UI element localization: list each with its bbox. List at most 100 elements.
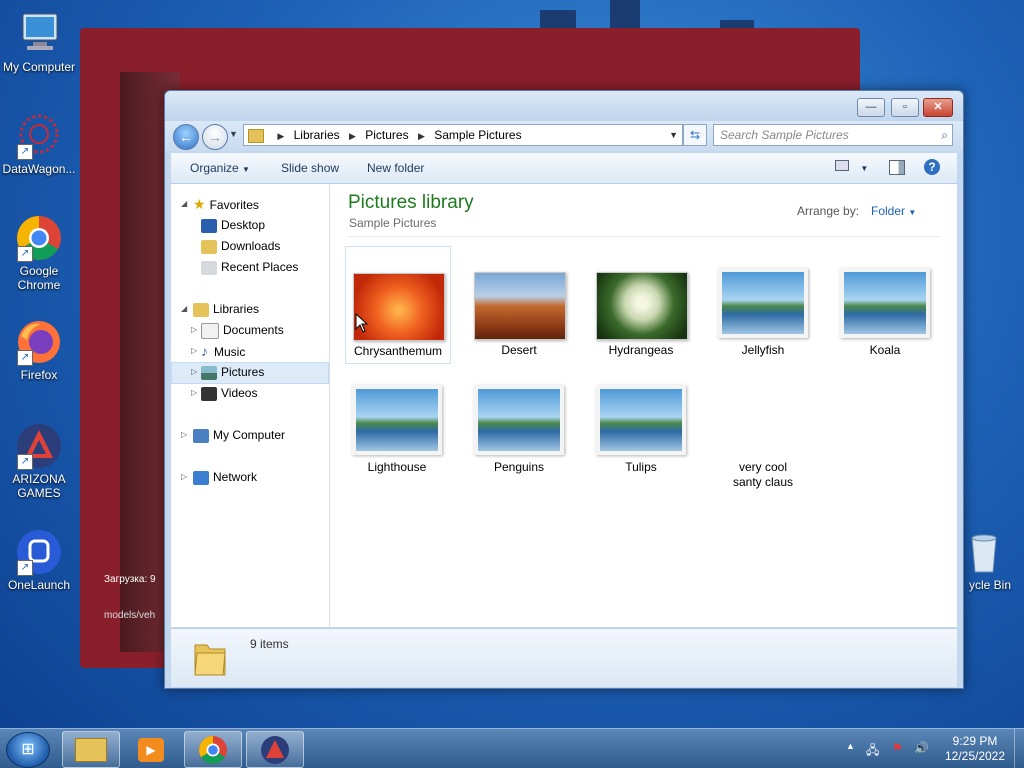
nav-recent-places[interactable]: Recent Places bbox=[201, 257, 298, 277]
expand-triangle-icon[interactable]: ◢ bbox=[181, 299, 187, 319]
taskbar-chrome-button[interactable] bbox=[184, 731, 242, 768]
computer-icon bbox=[15, 10, 63, 58]
desktop-icon-my-computer[interactable]: My Computer bbox=[0, 10, 78, 74]
breadcrumb-sample-pictures[interactable]: Sample Pictures bbox=[434, 128, 521, 142]
videos-icon bbox=[201, 386, 217, 401]
address-dropdown-icon[interactable]: ▼ bbox=[669, 125, 678, 145]
file-tile-hydrangeas[interactable]: Hydrangeas bbox=[589, 246, 693, 362]
back-arrow-icon: ← bbox=[179, 129, 193, 145]
file-tile-tulips[interactable]: Tulips bbox=[589, 363, 693, 479]
file-name: Hydrangeas bbox=[608, 343, 674, 357]
file-tile-desert[interactable]: Desert bbox=[467, 246, 571, 362]
collapse-triangle-icon[interactable]: ▷ bbox=[191, 383, 197, 403]
minimize-button[interactable]: — bbox=[857, 98, 885, 117]
search-input[interactable]: Search Sample Pictures ⌕ bbox=[713, 124, 953, 146]
network-tray-icon[interactable]: 🖧 bbox=[866, 741, 879, 762]
nav-my-computer[interactable]: My Computer bbox=[193, 425, 285, 445]
action-center-icon[interactable]: ⚑ bbox=[892, 741, 903, 755]
chevron-down-icon: ▼ bbox=[908, 208, 917, 217]
maximize-button[interactable]: ▫ bbox=[891, 98, 919, 117]
file-tile-chrysanthemum[interactable]: Chrysanthemum bbox=[345, 246, 451, 364]
nav-libraries[interactable]: Libraries bbox=[193, 299, 259, 319]
recycle-bin-icon bbox=[960, 528, 1008, 576]
libraries-icon bbox=[193, 302, 209, 317]
help-icon[interactable]: ? bbox=[924, 159, 940, 175]
explorer-window[interactable]: — ▫ ✕ ← → ▼ ▶ Libraries ▶ Pictures ▶ Sam… bbox=[164, 90, 964, 689]
desktop-icon-arizona-games[interactable]: ↗ ARIZONA GAMES bbox=[0, 422, 78, 500]
arrange-by-dropdown[interactable]: Folder ▼ bbox=[871, 204, 916, 218]
firefox-icon: ↗ bbox=[15, 318, 63, 366]
search-icon[interactable]: ⌕ bbox=[941, 125, 948, 145]
file-tile-jellyfish[interactable]: Jellyfish bbox=[711, 246, 815, 362]
breadcrumb-separator-icon: ▶ bbox=[277, 131, 285, 141]
desktop-icon-firefox[interactable]: ↗ Firefox bbox=[0, 318, 78, 382]
landscape-placeholder-thumbnail bbox=[352, 385, 442, 455]
collapse-triangle-icon[interactable]: ▷ bbox=[191, 362, 197, 382]
taskbar-clock[interactable]: 9:29 PM 12/25/2022 bbox=[940, 734, 1010, 764]
start-button[interactable]: ⊞ bbox=[6, 732, 50, 768]
file-tile-koala[interactable]: Koala bbox=[833, 246, 937, 362]
collapse-triangle-icon[interactable]: ▷ bbox=[191, 320, 197, 340]
nav-downloads[interactable]: Downloads bbox=[201, 236, 280, 256]
taskbar-media-player-button[interactable]: ▶ bbox=[122, 731, 180, 768]
breadcrumb-libraries[interactable]: Libraries bbox=[294, 128, 340, 142]
desktop-icon-datawagon[interactable]: ↗ DataWagon... bbox=[0, 112, 78, 176]
file-name: Penguins bbox=[493, 460, 545, 474]
taskbar-arizona-games-button[interactable] bbox=[246, 731, 304, 768]
content-pane: Pictures library Sample Pictures Arrange… bbox=[330, 184, 957, 627]
nav-desktop[interactable]: Desktop bbox=[201, 215, 265, 235]
desktop-icon-onelaunch[interactable]: ↗ OneLaunch bbox=[0, 528, 78, 592]
item-count: 9 items bbox=[250, 637, 289, 651]
file-name: Jellyfish bbox=[741, 343, 785, 357]
nav-network[interactable]: Network bbox=[193, 467, 257, 487]
title-bar[interactable]: — ▫ ✕ bbox=[165, 91, 963, 121]
onelaunch-icon: ↗ bbox=[15, 528, 63, 576]
forward-button[interactable]: → bbox=[202, 124, 228, 150]
nav-documents[interactable]: Documents bbox=[201, 320, 284, 340]
file-tile-lighthouse[interactable]: Lighthouse bbox=[345, 363, 449, 479]
landscape-placeholder-thumbnail bbox=[718, 268, 808, 338]
recent-pages-dropdown[interactable]: ▼ bbox=[229, 129, 238, 139]
desktop-icon-label: ARIZONA GAMES bbox=[12, 472, 66, 500]
command-bar: Organize ▼ Slide show New folder ▼ ? bbox=[171, 153, 957, 184]
collapse-triangle-icon[interactable]: ▷ bbox=[181, 425, 187, 445]
desktop-icon-chrome[interactable]: ↗ Google Chrome bbox=[0, 214, 78, 292]
taskbar-explorer-button[interactable] bbox=[62, 731, 120, 768]
back-button[interactable]: ← bbox=[173, 124, 199, 150]
desert-thumbnail bbox=[474, 272, 566, 340]
collapse-triangle-icon[interactable]: ▷ bbox=[191, 341, 197, 361]
view-icon bbox=[835, 160, 849, 171]
organize-button[interactable]: Organize ▼ bbox=[190, 161, 250, 175]
nav-music[interactable]: ♪ Music bbox=[201, 341, 245, 361]
collapse-triangle-icon[interactable]: ▷ bbox=[181, 467, 187, 487]
refresh-button[interactable]: ⇆ bbox=[683, 124, 707, 146]
arizona-games-icon: ↗ bbox=[15, 422, 63, 470]
preview-pane-button[interactable] bbox=[889, 160, 905, 175]
file-name: Tulips bbox=[625, 460, 657, 474]
desktop: Загрузка: 9 models/veh My Computer ↗ Dat… bbox=[0, 0, 1024, 768]
file-tile-penguins[interactable]: Penguins bbox=[467, 363, 571, 479]
show-hidden-icons-button[interactable]: ▲ bbox=[846, 741, 855, 751]
shortcut-arrow-icon: ↗ bbox=[17, 454, 33, 470]
library-subtitle: Sample Pictures bbox=[349, 216, 437, 230]
star-icon: ★ bbox=[193, 196, 206, 212]
nav-videos[interactable]: Videos bbox=[201, 383, 257, 403]
network-icon bbox=[193, 470, 209, 485]
file-tile-santy-claus[interactable]: very cool santy claus bbox=[711, 363, 815, 489]
show-desktop-button[interactable] bbox=[1014, 729, 1024, 768]
breadcrumb-pictures[interactable]: Pictures bbox=[365, 128, 408, 142]
volume-icon[interactable]: 🔊 bbox=[914, 741, 929, 755]
address-bar[interactable]: ▶ Libraries ▶ Pictures ▶ Sample Pictures… bbox=[243, 124, 683, 146]
folder-icon bbox=[248, 128, 264, 143]
expand-triangle-icon[interactable]: ◢ bbox=[181, 194, 187, 214]
chrome-icon: ↗ bbox=[15, 214, 63, 262]
nav-favorites[interactable]: ★ Favorites bbox=[193, 194, 259, 214]
nav-pictures[interactable]: Pictures bbox=[201, 362, 264, 382]
details-pane: 9 items bbox=[171, 628, 957, 687]
change-view-button[interactable]: ▼ bbox=[835, 160, 868, 174]
new-folder-button[interactable]: New folder bbox=[367, 161, 424, 175]
close-button[interactable]: ✕ bbox=[923, 98, 953, 117]
datawagon-icon: ↗ bbox=[15, 112, 63, 160]
shortcut-arrow-icon: ↗ bbox=[17, 144, 33, 160]
slideshow-button[interactable]: Slide show bbox=[281, 161, 339, 175]
